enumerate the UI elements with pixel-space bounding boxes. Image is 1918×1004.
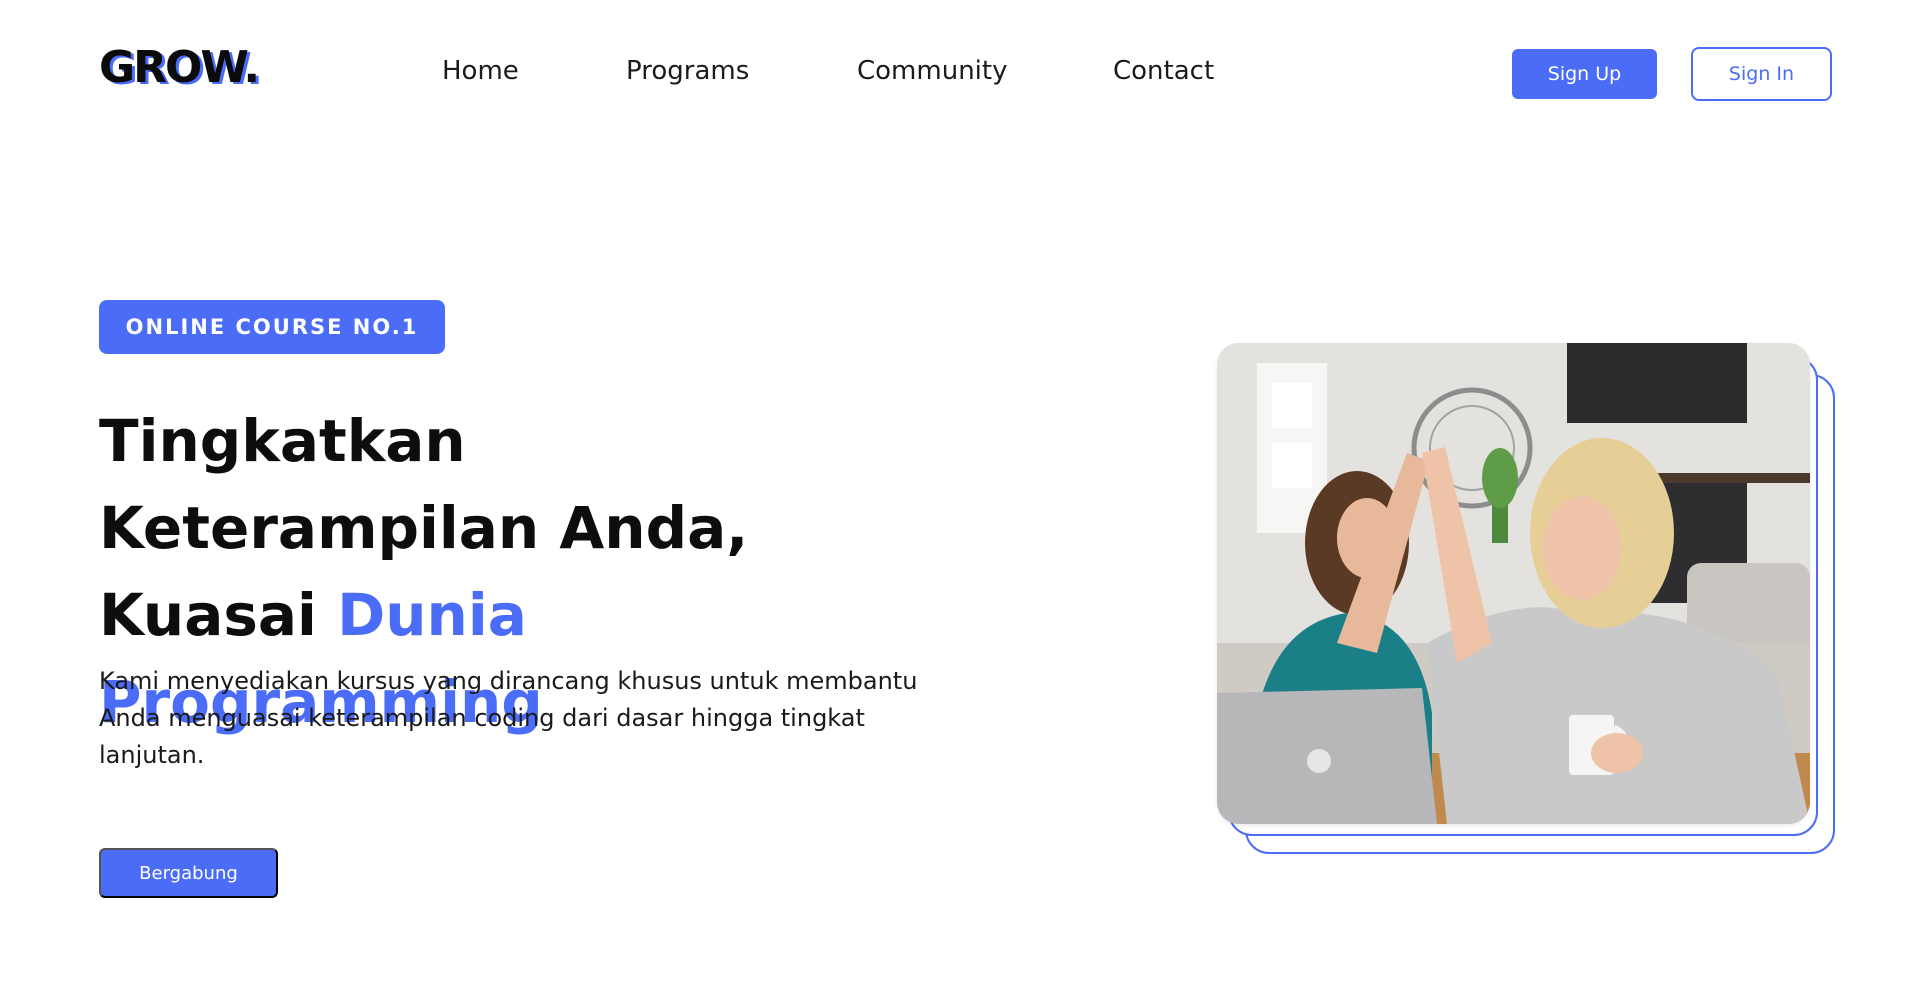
hero-description: Kami menyediakan kursus yang dirancang k… bbox=[99, 667, 918, 769]
brand-logo[interactable]: GROW. bbox=[99, 46, 260, 90]
nav-home[interactable]: Home bbox=[442, 56, 519, 86]
hero-photo bbox=[1217, 343, 1810, 824]
nav-community[interactable]: Community bbox=[857, 56, 1007, 86]
online-course-badge: ONLINE COURSE NO.1 bbox=[99, 300, 445, 354]
nav-contact[interactable]: Contact bbox=[1113, 56, 1214, 86]
nav-programs[interactable]: Programs bbox=[626, 56, 749, 86]
sign-up-button[interactable]: Sign Up bbox=[1512, 49, 1657, 99]
join-button[interactable]: Bergabung bbox=[99, 848, 278, 898]
sign-in-button[interactable]: Sign In bbox=[1691, 47, 1832, 101]
